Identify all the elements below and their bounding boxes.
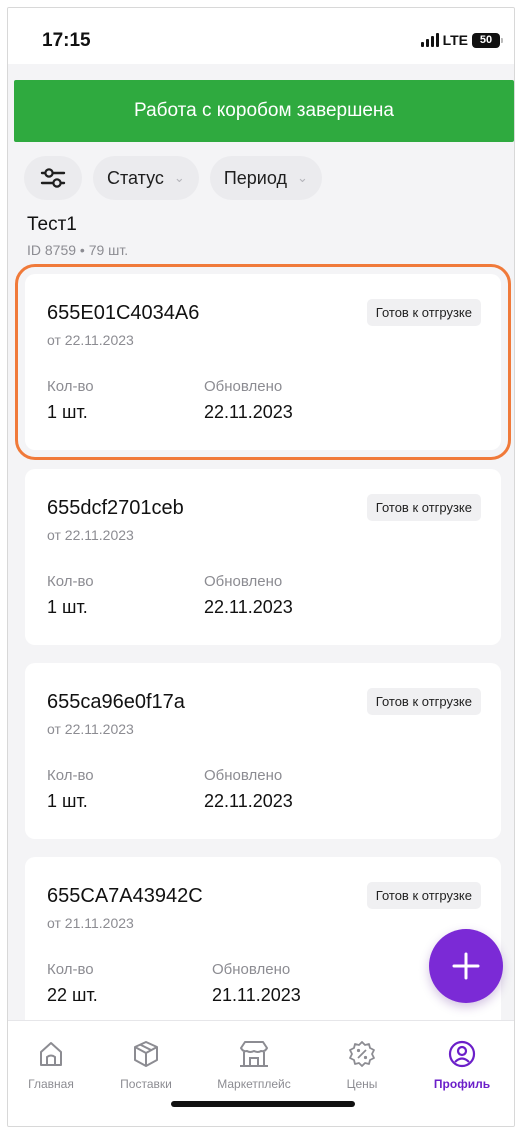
updated-label: Обновлено bbox=[204, 573, 283, 590]
tab-prices-label: Цены bbox=[346, 1077, 378, 1091]
phone-screen: 17:15 LTE 50 Работа с коробом завершена … bbox=[7, 7, 515, 1127]
status-time: 17:15 bbox=[42, 30, 91, 51]
filter-settings-button[interactable] bbox=[24, 156, 82, 200]
success-toast: Работа с коробом завершена bbox=[14, 80, 514, 142]
box-id: 655CA7A43942C bbox=[47, 885, 203, 907]
status-filter-label: Статус bbox=[107, 167, 164, 188]
status-badge: Готов к отгрузке bbox=[366, 299, 481, 326]
qty-label: Кол-во bbox=[47, 961, 94, 978]
tab-home[interactable]: Главная bbox=[8, 1039, 101, 1091]
updated-value: 21.11.2023 bbox=[212, 985, 301, 1005]
updated-value: 22.11.2023 bbox=[204, 791, 293, 811]
signal-icon bbox=[420, 33, 439, 47]
status-filter[interactable]: Статус ⌄ bbox=[93, 156, 199, 200]
status-bar: 17:15 LTE 50 bbox=[8, 8, 514, 64]
qty-value: 1 шт. bbox=[47, 791, 88, 811]
sliders-icon bbox=[40, 168, 66, 188]
tab-profile-label: Профиль bbox=[433, 1077, 491, 1091]
filter-bar: Статус ⌄ Период ⌄ bbox=[24, 156, 322, 200]
box-card[interactable]: 655CA7A43942C от 21.11.2023 Готов к отгр… bbox=[25, 857, 501, 1033]
qty-label: Кол-во bbox=[47, 378, 94, 395]
tab-marketplace-label: Маркетплейс bbox=[217, 1077, 291, 1091]
tab-supplies-label: Поставки bbox=[120, 1077, 172, 1091]
box-date: от 21.11.2023 bbox=[47, 915, 134, 931]
store-icon bbox=[240, 1041, 268, 1067]
group-title: Тест1 bbox=[27, 214, 77, 235]
status-badge: Готов к отгрузке bbox=[366, 882, 481, 909]
period-filter-label: Период bbox=[223, 167, 287, 188]
network-type: LTE bbox=[442, 32, 468, 48]
status-badge: Готов к отгрузке bbox=[366, 494, 481, 521]
box-date: от 22.11.2023 bbox=[47, 332, 134, 348]
percent-badge-icon bbox=[349, 1041, 375, 1067]
box-icon bbox=[134, 1041, 158, 1067]
bottom-tab-bar: Главная Поставки Маркетплейс Цены Профил… bbox=[8, 1020, 514, 1126]
box-id: 655dcf2701ceb bbox=[47, 497, 184, 519]
period-filter[interactable]: Период ⌄ bbox=[209, 156, 322, 200]
box-id: 655ca96e0f17a bbox=[47, 691, 185, 713]
plus-icon bbox=[452, 952, 480, 980]
chevron-down-icon: ⌄ bbox=[296, 170, 308, 185]
tab-profile[interactable]: Профиль bbox=[412, 1039, 512, 1091]
qty-value: 1 шт. bbox=[47, 402, 88, 422]
box-date: от 22.11.2023 bbox=[47, 721, 134, 737]
chevron-down-icon: ⌄ bbox=[173, 170, 185, 185]
qty-label: Кол-во bbox=[47, 573, 94, 590]
updated-label: Обновлено bbox=[212, 961, 291, 978]
home-icon bbox=[40, 1042, 62, 1066]
status-badge: Готов к отгрузке bbox=[366, 688, 481, 715]
tab-supplies[interactable]: Поставки bbox=[96, 1039, 196, 1091]
profile-icon bbox=[448, 1040, 476, 1068]
battery-icon: 50 bbox=[472, 32, 503, 48]
qty-value: 1 шт. bbox=[47, 597, 88, 617]
box-card[interactable]: 655E01C4034A6 от 22.11.2023 Готов к отгр… bbox=[15, 264, 511, 460]
tab-home-label: Главная bbox=[28, 1077, 74, 1091]
updated-value: 22.11.2023 bbox=[204, 402, 293, 422]
box-date: от 22.11.2023 bbox=[47, 527, 134, 543]
tab-marketplace[interactable]: Маркетплейс bbox=[204, 1039, 304, 1091]
updated-label: Обновлено bbox=[204, 378, 283, 395]
add-button[interactable] bbox=[429, 929, 503, 1003]
box-id: 655E01C4034A6 bbox=[47, 302, 200, 324]
status-indicators: LTE 50 bbox=[420, 32, 503, 48]
box-card[interactable]: 655ca96e0f17a от 22.11.2023 Готов к отгр… bbox=[25, 663, 501, 839]
updated-label: Обновлено bbox=[204, 767, 283, 784]
qty-value: 22 шт. bbox=[47, 985, 98, 1005]
box-card[interactable]: 655dcf2701ceb от 22.11.2023 Готов к отгр… bbox=[25, 469, 501, 645]
updated-value: 22.11.2023 bbox=[204, 597, 293, 617]
home-indicator bbox=[171, 1101, 355, 1107]
tab-prices[interactable]: Цены bbox=[312, 1039, 412, 1091]
qty-label: Кол-во bbox=[47, 767, 94, 784]
group-subtitle: ID 8759 • 79 шт. bbox=[27, 242, 129, 258]
